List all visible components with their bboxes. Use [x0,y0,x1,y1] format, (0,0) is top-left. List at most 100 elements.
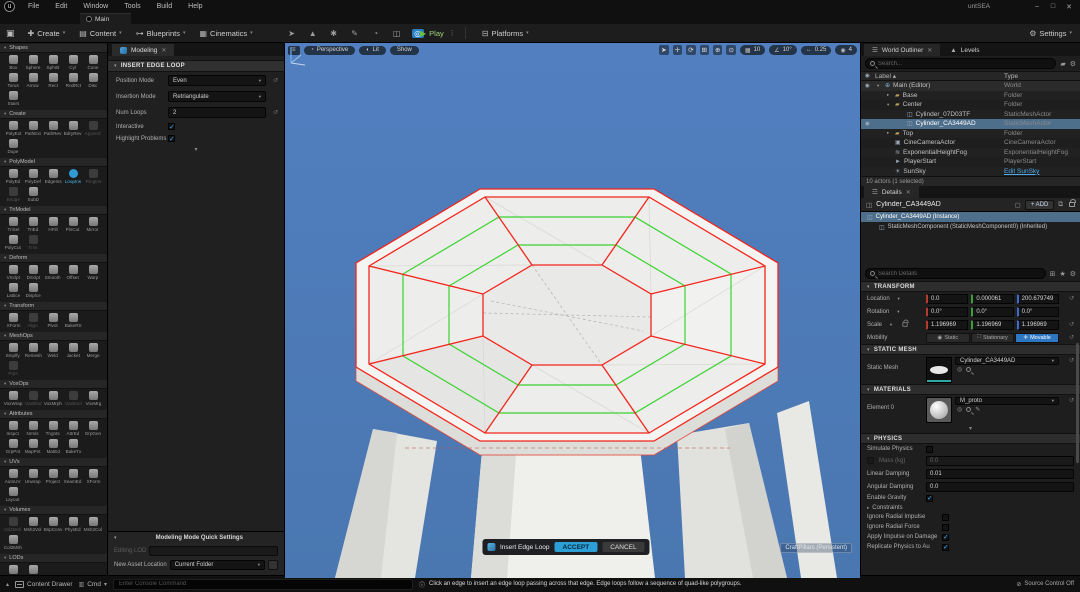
apply-impulse-damage-checkbox[interactable] [942,533,949,541]
palette-tool[interactable]: VoxBlnd [23,390,43,408]
column-label[interactable]: Label ▴ [875,72,1004,80]
enable-gravity-checkbox[interactable] [926,494,933,502]
outliner-row[interactable]: ► PlayerStart PlayerStart [861,157,1080,167]
world-space-icon[interactable]: ⊕ [712,45,723,55]
palette-tool[interactable]: Smplfy [3,342,23,360]
rotation-z-input[interactable]: 0.0° [1016,306,1059,317]
show-flags-selector[interactable]: Show [389,45,419,55]
palette-tool[interactable]: TriEd [23,216,43,234]
palette-tool[interactable]: RingIns [83,168,103,186]
palette-tool[interactable]: BakeRS [63,312,83,330]
scale-lock-icon[interactable] [902,319,909,327]
palette-tool[interactable]: XForm [83,468,103,486]
reset-icon[interactable]: ↺ [1062,334,1074,341]
editor-mode-icon[interactable]: ▲ [307,29,319,38]
palette-tool[interactable]: Offset [63,264,83,282]
tab-levels[interactable]: ▲ Levels [942,44,987,56]
reset-icon[interactable]: ↺ [1062,295,1074,302]
palette-section-create[interactable]: ▾ Create [0,110,107,119]
outliner-search-input[interactable] [878,60,1052,67]
scale-x-input[interactable]: 1.196969 [926,319,969,330]
rotation-x-input[interactable]: 0.0° [926,306,969,317]
palette-tool[interactable]: Append [83,120,103,138]
palette-tool[interactable]: Weld [43,342,63,360]
details-search-input[interactable] [878,270,1041,277]
camera-speed-control[interactable]: ◉ 4 [835,45,857,55]
palette-tool[interactable]: Col2Msh [3,534,23,552]
palette-tool[interactable]: BdryRev [63,120,83,138]
palette-tool[interactable]: Sphere [23,54,43,72]
expand-arrow-icon[interactable]: ▸ [887,130,892,136]
material-select[interactable]: M_proto ▾ [955,396,1059,405]
menu-item[interactable]: Edit [48,2,74,11]
palette-tool[interactable]: PolyCut [3,234,23,252]
palette-tool[interactable]: AutoLOD [23,564,43,575]
location-y-input[interactable]: 0.000061 [971,293,1014,304]
angular-damping-input[interactable]: 0.0 [926,481,1074,492]
palette-tool[interactable]: Project [43,468,63,486]
menu-item[interactable]: Build [150,2,180,11]
outliner-row[interactable]: ▸ ▰ Base Folder [861,90,1080,100]
filter-icon[interactable]: ⊞ [1050,270,1056,278]
palette-tool[interactable]: Warp [83,264,103,282]
doc-icon[interactable]: ▢ [1015,201,1021,209]
content-drawer-button[interactable]: Content Drawer [15,580,73,588]
ignore-radial-force-checkbox[interactable] [942,523,949,531]
location-z-input[interactable]: 200.679749 [1016,293,1059,304]
save-icon[interactable]: ▣ [0,28,21,39]
details-settings-icon[interactable]: ⚙ [1070,270,1076,278]
column-type[interactable]: Type [1004,73,1076,80]
palette-tool[interactable]: Smooth [43,264,63,282]
mobility-movable-button[interactable]: ✛ Movable [1015,332,1060,343]
close-tab-icon[interactable]: ✕ [161,47,166,54]
palette-tool[interactable]: Prjct [3,360,23,378]
palette-tool[interactable]: SeamEd [63,468,83,486]
palette-tool[interactable]: Unwrap [23,468,43,486]
viewport-3d[interactable]: ≡ ◔ Perspective ◐ Lit Show ➤ ✛ ⟳ ⊞ ⊕ ⊙ ▦ 10… [285,43,860,578]
accept-button[interactable]: ACCEPT [554,542,598,552]
outliner-row[interactable]: ☀ SunSky Edit SunSky [861,166,1080,176]
static-mesh-thumbnail[interactable] [926,356,952,383]
browse-to-asset-icon[interactable] [966,366,972,372]
palette-tool[interactable]: VoxWrap [3,390,23,408]
materials-section-header[interactable]: ▾ MATERIALS [861,384,1080,395]
collapse-chevron-icon[interactable]: ▾ [108,144,284,155]
reset-icon[interactable]: ↺ [1062,357,1074,364]
component-row[interactable]: ◫ StaticMeshComponent (StaticMeshCompone… [861,222,1080,232]
browse-to-asset-icon[interactable] [966,406,972,412]
palette-tool[interactable]: SphrB [43,54,63,72]
editor-mode-icon[interactable]: ◫ [391,29,403,38]
palette-tool[interactable]: AutoUV [3,468,23,486]
menu-item[interactable]: Window [76,2,115,11]
add-component-button[interactable]: + ADD [1024,199,1055,210]
outliner-row[interactable]: ◉ ▾ ⊕ Main (Editor) World [861,81,1080,91]
palette-section-uvs[interactable]: ▾ UVs [0,458,107,467]
num-loops-input[interactable]: 2 [168,107,266,118]
details-scrollbar[interactable] [1076,343,1079,463]
location-x-input[interactable]: 0.0 [926,293,969,304]
palette-tool[interactable]: DSclpt [23,264,43,282]
palette-tool[interactable]: Tngnts [43,420,63,438]
expand-arrow-icon[interactable]: ▸ [887,92,892,98]
palette-tool[interactable]: XForm [3,312,23,330]
rotate-tool-icon[interactable]: ⟳ [686,45,696,55]
palette-section-transform[interactable]: ▾ Transform [0,302,107,311]
palette-tool[interactable]: Nrmls [23,420,43,438]
palette-tool[interactable]: SubD [23,186,43,204]
visibility-eye-icon[interactable]: ◉ [865,121,875,127]
palette-tool[interactable]: PathExt [23,120,43,138]
palette-section-polymodel[interactable]: ▾ PolyModel [0,158,107,167]
highlight-problems-checkbox[interactable] [168,135,175,143]
palette-tool[interactable]: PathRev [43,120,63,138]
reset-icon[interactable]: ↺ [1062,397,1074,404]
editor-mode-icon[interactable]: ✎ [349,29,361,38]
palette-section-attributes[interactable]: ▾ Attributes [0,410,107,419]
palette-tool[interactable]: RndRct [63,72,83,90]
tab-modeling[interactable]: Modeling ✕ [112,44,175,56]
palette-tool[interactable]: VoxMrg [83,390,103,408]
scale-y-input[interactable]: 1.196969 [971,319,1014,330]
expand-drawer-icon[interactable]: ▴ [6,581,9,588]
blueprints-button[interactable]: ⊶ Blueprints ▾ [129,27,193,40]
palette-section-volumes[interactable]: ▾ Volumes [0,506,107,515]
close-button[interactable]: ✕ [1062,3,1076,11]
